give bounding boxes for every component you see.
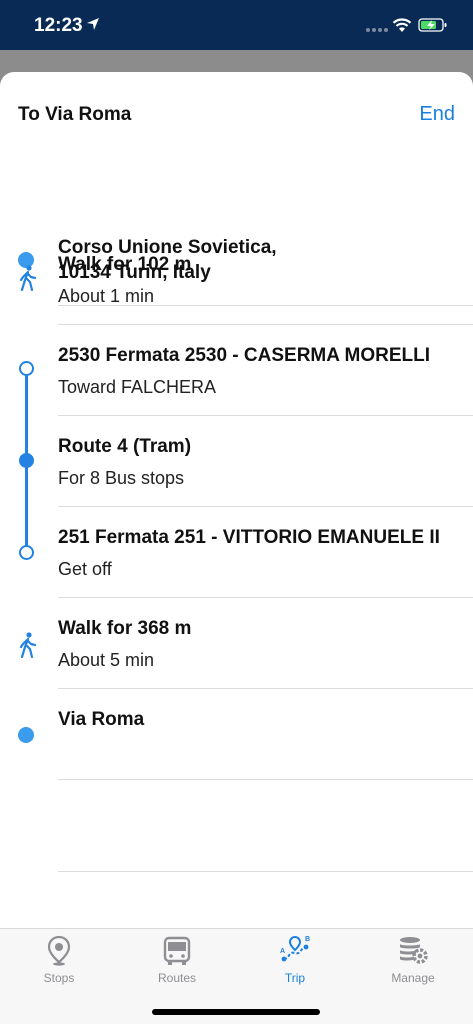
stop-ring-icon bbox=[19, 545, 34, 560]
cellular-signal-icon bbox=[366, 28, 388, 32]
list-item-walk[interactable]: Walk for 102 m About 1 min bbox=[0, 234, 473, 325]
step-subtitle: About 1 min bbox=[58, 286, 155, 306]
sheet-header: To Via Roma End bbox=[0, 72, 473, 152]
tab-stops[interactable]: Stops bbox=[0, 929, 118, 999]
bus-icon bbox=[163, 936, 191, 965]
svg-text:B: B bbox=[305, 936, 310, 943]
walking-person-icon bbox=[19, 632, 37, 658]
divider bbox=[58, 871, 473, 872]
step-subtitle: Get off bbox=[58, 559, 112, 579]
list-item-walk[interactable]: Walk for 368 m About 5 min bbox=[0, 598, 473, 689]
status-time: 12:23 bbox=[34, 15, 83, 36]
step-subtitle: About 5 min bbox=[58, 650, 155, 670]
step-title: 2530 Fermata 2530 - CASERMA MORELLI bbox=[58, 345, 431, 366]
step-title: Via Roma bbox=[58, 709, 145, 730]
battery-charging-icon bbox=[418, 18, 447, 32]
end-button[interactable]: End bbox=[419, 103, 455, 126]
list-item-alight-stop[interactable]: 251 Fermata 251 - VITTORIO EMANUELE II G… bbox=[0, 507, 473, 598]
tab-trip[interactable]: A B Trip bbox=[236, 929, 354, 999]
map-pin-icon bbox=[47, 935, 71, 966]
list-item-origin[interactable]: Corso Unione Sovietica, 10134 Turin, Ita… bbox=[0, 144, 473, 306]
database-gear-icon bbox=[400, 937, 428, 964]
step-title: Walk for 368 m bbox=[58, 618, 192, 639]
divider bbox=[58, 779, 473, 780]
step-title: Route 4 (Tram) bbox=[58, 436, 192, 457]
step-subtitle: For 8 Bus stops bbox=[58, 468, 185, 488]
home-indicator bbox=[152, 1009, 320, 1015]
step-title: Walk for 102 m bbox=[58, 254, 192, 275]
trip-sheet: To Via Roma End Corso Unione Sovietica, … bbox=[0, 72, 473, 1024]
tab-label: Trip bbox=[284, 971, 306, 985]
location-arrow-icon bbox=[87, 18, 99, 30]
list-item-route[interactable]: Route 4 (Tram) For 8 Bus stops bbox=[0, 416, 473, 507]
status-bar: 12:23 bbox=[0, 0, 473, 50]
tab-bar: Stops Routes A B Trip Manage bbox=[0, 928, 473, 1024]
step-title: 251 Fermata 251 - VITTORIO EMANUELE II bbox=[58, 527, 440, 548]
list-item-destination[interactable]: Via Roma bbox=[0, 689, 473, 780]
list-item-board-stop[interactable]: 2530 Fermata 2530 - CASERMA MORELLI Towa… bbox=[0, 325, 473, 416]
svg-text:A: A bbox=[280, 948, 285, 955]
tab-label: Routes bbox=[157, 971, 197, 985]
trip-route-icon: A B bbox=[280, 935, 310, 962]
stop-ring-icon bbox=[19, 361, 34, 376]
walking-person-icon bbox=[19, 265, 37, 291]
tab-manage[interactable]: Manage bbox=[354, 929, 472, 999]
tab-label: Stops bbox=[43, 971, 75, 985]
tab-routes[interactable]: Routes bbox=[118, 929, 236, 999]
step-subtitle: Toward FALCHERA bbox=[58, 377, 217, 397]
route-dot-icon bbox=[19, 453, 34, 468]
trip-title: To Via Roma bbox=[18, 104, 132, 125]
destination-dot-icon bbox=[18, 727, 34, 743]
tab-label: Manage bbox=[391, 971, 435, 985]
wifi-icon bbox=[392, 18, 412, 32]
